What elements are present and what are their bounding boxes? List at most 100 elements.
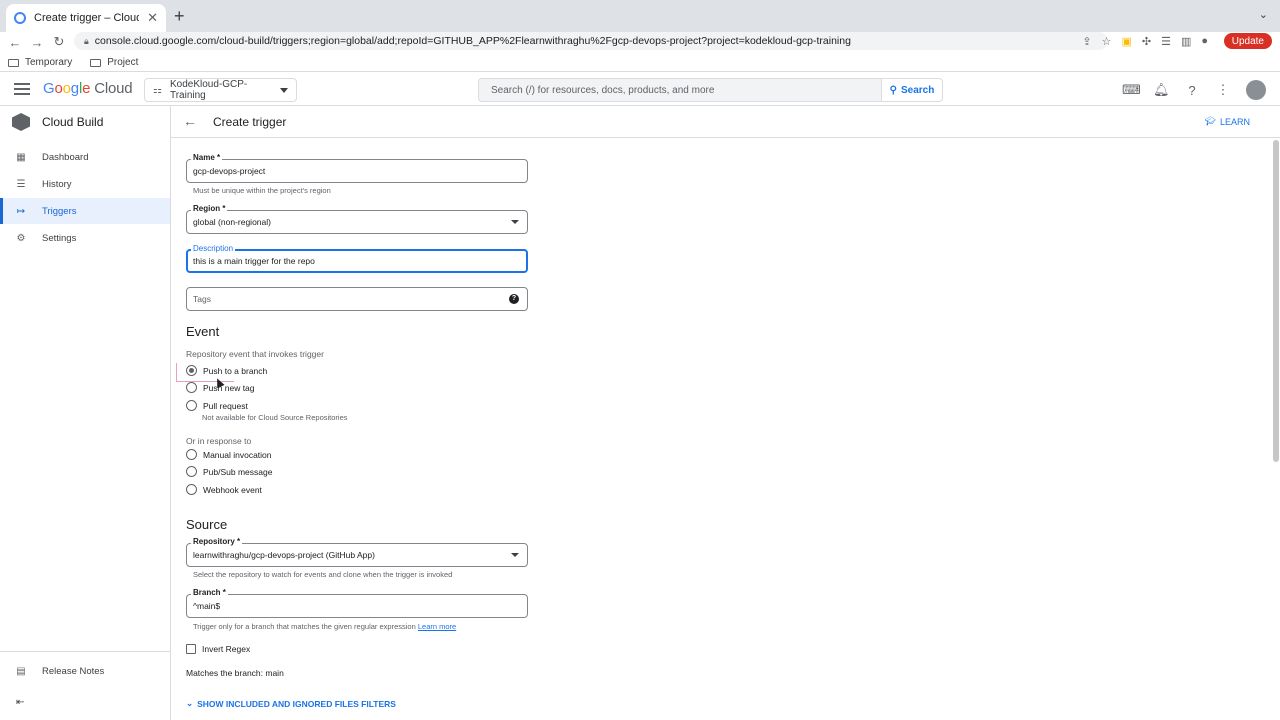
page-titlebar: ← Create trigger 🎓︎ LEARN — [171, 106, 1280, 138]
address-bar[interactable]: 🔒︎ console.cloud.google.com/cloud-build/… — [74, 32, 1108, 50]
logo-letter: e — [82, 80, 91, 97]
radio-button[interactable] — [186, 449, 197, 460]
event-subtitle: Repository event that invokes trigger — [186, 349, 324, 359]
help-icon[interactable]: ? — [509, 294, 519, 304]
avatar[interactable] — [1246, 80, 1266, 100]
puzzle-icon[interactable]: ✣ — [1142, 35, 1151, 48]
sidebar-item-release-notes[interactable]: ▤ Release Notes — [0, 658, 170, 684]
caret-down-icon — [280, 87, 288, 93]
search-button[interactable]: ⚲ Search — [881, 78, 943, 102]
learn-more-link[interactable]: Learn more — [418, 622, 456, 631]
field-label: Description — [191, 244, 236, 253]
profile-avatar-icon[interactable]: ● — [1201, 35, 1208, 47]
radio-label: Pull request — [203, 400, 248, 411]
new-tab-icon[interactable]: + — [174, 6, 185, 27]
event-heading: Event — [186, 324, 220, 339]
logo-letter: g — [70, 80, 79, 97]
show-filters-button[interactable]: ⌄ SHOW INCLUDED AND IGNORED FILES FILTER… — [186, 698, 396, 709]
search-icon: ⚲ — [889, 84, 897, 96]
field-value: global (non-regional) — [193, 217, 271, 227]
chevron-down-icon[interactable]: ⌄ — [1259, 8, 1268, 21]
radio-button[interactable] — [186, 365, 197, 376]
radio-button[interactable] — [186, 400, 197, 411]
name-field[interactable]: Name * gcp-devops-project — [186, 153, 528, 183]
sidebar-item-dashboard[interactable]: ▦ Dashboard — [0, 144, 170, 170]
name-hint: Must be unique within the project's regi… — [193, 186, 331, 195]
logo-letter: o — [62, 80, 71, 97]
radio-button[interactable] — [186, 484, 197, 495]
back-arrow-icon[interactable]: ← — [183, 113, 197, 129]
star-icon[interactable]: ☆ — [1102, 35, 1112, 48]
bookmark-project[interactable]: Project — [90, 57, 138, 68]
field-label: Region * — [191, 204, 228, 213]
radio-button[interactable] — [186, 382, 197, 393]
sidebar-item-label: Settings — [42, 232, 77, 244]
logo-letter: G — [43, 80, 55, 97]
project-name: KodeKloud-GCP-Training — [169, 79, 248, 101]
sidebar-item-settings[interactable]: ⚙ Settings — [0, 225, 170, 251]
share-icon[interactable]: ⇪ — [1082, 35, 1091, 48]
sidebar-item-label: History — [42, 178, 72, 190]
radio-pull-request[interactable]: Pull request — [186, 400, 248, 411]
folder-icon — [8, 58, 19, 67]
project-picker[interactable]: ⚏ KodeKloud-GCP-Training — [144, 78, 297, 102]
radio-button[interactable] — [186, 466, 197, 477]
back-arrow-icon[interactable]: ← — [4, 35, 26, 50]
learn-button[interactable]: 🎓︎ LEARN — [1205, 116, 1250, 127]
console-header: Google Cloud ⚏ KodeKloud-GCP-Training Sea… — [0, 72, 1280, 106]
forward-arrow-icon[interactable]: → — [26, 35, 48, 50]
tags-field[interactable]: Tags ? — [186, 287, 528, 311]
more-vert-icon[interactable]: ⋮ — [1215, 82, 1231, 98]
collapse-sidebar-icon[interactable]: ⇤ — [16, 697, 24, 708]
search-input[interactable]: Search (/) for resources, docs, products… — [478, 78, 881, 102]
bookmark-temporary[interactable]: Temporary — [8, 57, 72, 68]
sidebar: Cloud Build ▦ Dashboard ☰ History ↦ Trig… — [0, 106, 171, 720]
browser-tab[interactable]: Create trigger – Cloud Build – K ✕ — [6, 4, 166, 32]
close-tab-icon[interactable]: ✕ — [147, 10, 158, 26]
radio-label: Push to a branch — [203, 365, 268, 376]
learn-label: LEARN — [1219, 116, 1250, 127]
response-subtitle: Or in response to — [186, 436, 252, 446]
field-value: this is a main trigger for the repo — [193, 256, 315, 266]
sidebar-footer: ▤ Release Notes — [0, 651, 170, 684]
reading-list-icon[interactable]: ☰ — [1161, 35, 1171, 48]
invert-regex-checkbox[interactable]: Invert Regex — [186, 644, 250, 654]
header-actions: ⌨ 🔔︎ ? ⋮ — [1122, 80, 1266, 100]
field-label: Name * — [191, 153, 223, 162]
radio-push-branch[interactable]: Push to a branch — [186, 365, 267, 376]
google-cloud-logo[interactable]: Google Cloud — [43, 80, 133, 97]
bell-icon[interactable]: 🔔︎ — [1153, 82, 1170, 98]
radio-pubsub-message[interactable]: Pub/Sub message — [186, 466, 272, 477]
logo-cloud-text: Cloud — [94, 80, 133, 97]
sidebar-item-triggers[interactable]: ↦ Triggers — [0, 198, 170, 224]
help-icon[interactable]: ? — [1184, 83, 1200, 98]
arrows-icon: ↦ — [16, 205, 26, 217]
menu-icon[interactable] — [14, 83, 30, 98]
region-select[interactable]: Region * global (non-regional) — [186, 204, 528, 234]
radio-webhook-event[interactable]: Webhook event — [186, 484, 262, 495]
sidebar-item-label: Release Notes — [42, 665, 105, 677]
branch-hint: Trigger only for a branch that matches t… — [193, 622, 456, 631]
extension-badge-icon[interactable]: ▣ — [1121, 35, 1131, 48]
source-heading: Source — [186, 517, 228, 532]
caret-down-icon — [511, 220, 519, 224]
checkbox[interactable] — [186, 644, 196, 654]
branch-field[interactable]: Branch * ^main$ — [186, 588, 528, 618]
scrollbar[interactable] — [1273, 140, 1279, 462]
bookmark-label: Temporary — [25, 57, 73, 68]
chevron-down-icon: ⌄ — [186, 698, 194, 708]
description-field[interactable]: Description this is a main trigger for t… — [186, 244, 528, 273]
branch-hint-text: Trigger only for a branch that matches t… — [193, 622, 416, 631]
project-tree-icon: ⚏ — [153, 84, 162, 96]
tab-title: Create trigger – Cloud Build – K — [34, 12, 139, 24]
update-button[interactable]: Update — [1223, 33, 1272, 49]
radio-manual-invocation[interactable]: Manual invocation — [186, 449, 272, 460]
repository-select[interactable]: Repository * learnwithraghu/gcp-devops-p… — [186, 537, 528, 567]
sidebar-item-history[interactable]: ☰ History — [0, 171, 170, 197]
cloud-shell-icon[interactable]: ⌨ — [1122, 82, 1141, 98]
cloud-build-icon — [12, 113, 30, 131]
side-panel-icon[interactable]: ▥ — [1181, 35, 1191, 48]
reload-icon[interactable]: ↻ — [48, 34, 70, 50]
browser-toolbar: ← → ↻ 🔒︎ console.cloud.google.com/cloud-… — [0, 32, 1280, 52]
pull-request-note: Not available for Cloud Source Repositor… — [202, 413, 348, 422]
